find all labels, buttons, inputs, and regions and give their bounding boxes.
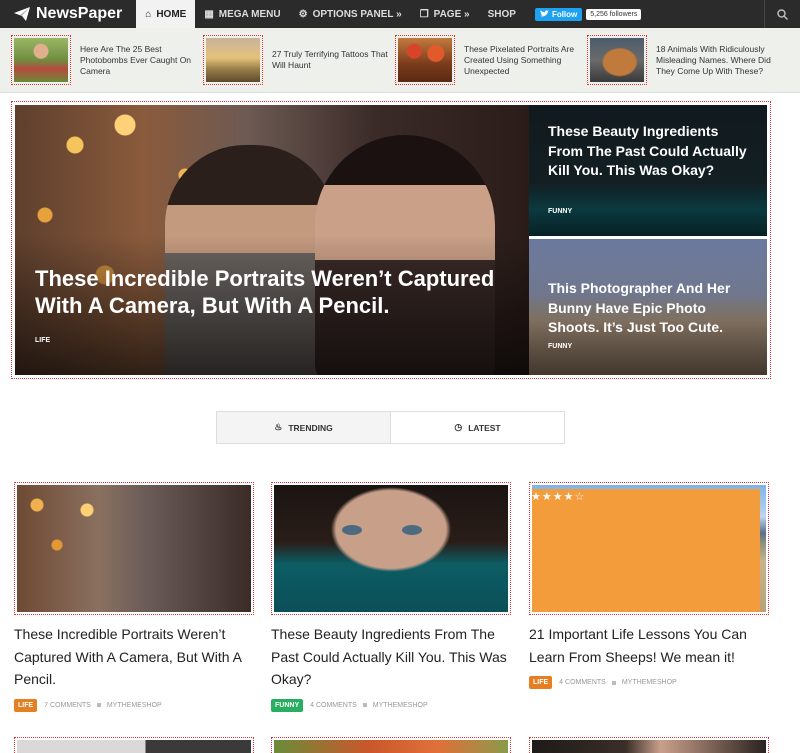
tab-latest[interactable]: ◷ Latest: [391, 412, 564, 443]
post-card-meta: Funny 4 Comments MyThemeShop: [271, 698, 511, 712]
nav-page[interactable]: ❐ Page »: [411, 0, 479, 28]
meta-separator: [96, 703, 101, 707]
post-card-image[interactable]: ★★★★☆: [529, 482, 769, 615]
hero-side-post[interactable]: This Photographer And Her Bunny Have Epi…: [529, 239, 767, 375]
hero-side-title[interactable]: This Photographer And Her Bunny Have Epi…: [548, 279, 753, 338]
post-card-title[interactable]: These Beauty Ingredients From The Past C…: [271, 623, 511, 691]
flame-icon: ♨: [274, 422, 283, 432]
next-card-image-fill: [274, 740, 508, 753]
grid-icon: ▦: [204, 8, 214, 20]
comment-count[interactable]: 4 Comments: [559, 679, 606, 686]
twitter-bird-icon: [539, 10, 549, 17]
next-card-image-fill: [17, 740, 251, 753]
ticker-thumbnail[interactable]: [11, 35, 71, 85]
site-name: NewsPaper: [36, 5, 123, 22]
post-card-image[interactable]: [271, 482, 511, 615]
meta-separator: [611, 680, 616, 685]
next-card-image[interactable]: [271, 737, 511, 753]
next-card-image[interactable]: [529, 737, 769, 753]
category-badge[interactable]: Funny: [271, 698, 304, 712]
hero-side-category[interactable]: Funny: [548, 208, 572, 215]
tab-trending-label: Trending: [288, 422, 333, 433]
comment-count[interactable]: 4 Comments: [310, 702, 357, 709]
nav-home[interactable]: ⌂ Home: [136, 0, 196, 28]
nav-shop[interactable]: Shop: [479, 0, 525, 28]
ticker-item[interactable]: 27 Truly Terrifying Tattoos That Will Ha…: [203, 35, 392, 85]
nav-page-label: Page »: [433, 8, 470, 20]
tab-trending[interactable]: ♨ Trending: [217, 412, 391, 443]
paper-plane-icon: [14, 7, 30, 21]
top-navbar: NewsPaper ⌂ Home ▦ Mega Menu ⚙ Options Pane…: [0, 0, 800, 28]
ticker-thumbnail[interactable]: [395, 35, 455, 85]
search-icon: [777, 8, 788, 20]
post-card: These Beauty Ingredients From The Past C…: [271, 482, 511, 712]
ticker-thumbnail[interactable]: [203, 35, 263, 85]
nav-options-panel[interactable]: ⚙ Options Panel »: [290, 0, 411, 28]
nav-home-label: Home: [156, 8, 187, 20]
twitter-follow-button[interactable]: Follow: [534, 7, 583, 21]
hero-main-post[interactable]: These Incredible Portraits Weren’t Captu…: [15, 105, 529, 375]
hero-side-title[interactable]: These Beauty Ingredients From The Past C…: [548, 122, 753, 181]
hero-side-post[interactable]: These Beauty Ingredients From The Past C…: [529, 105, 767, 236]
ticker-title[interactable]: Here Are The 25 Best Photobombs Ever Cau…: [80, 44, 200, 77]
eye-shape: [342, 525, 362, 535]
ticker-item[interactable]: 18 Animals With Ridiculously Misleading …: [587, 35, 776, 85]
meta-separator: [362, 703, 367, 707]
ticker-item[interactable]: These Pixelated Portraits Are Created Us…: [395, 35, 584, 85]
rating-stars: ★★★★☆: [532, 489, 760, 612]
category-badge[interactable]: Life: [529, 676, 553, 689]
post-card-image[interactable]: [14, 482, 254, 615]
search-button[interactable]: [764, 0, 800, 28]
author-name[interactable]: MyThemeShop: [107, 702, 162, 709]
follow-label: Follow: [551, 9, 578, 19]
followers-count: 5,256 followers: [586, 8, 642, 20]
home-icon: ⌂: [145, 8, 152, 20]
twitter-follow: Follow 5,256 followers: [534, 7, 642, 21]
featured-ticker: Here Are The 25 Best Photobombs Ever Cau…: [0, 28, 800, 93]
clock-icon: ◷: [454, 422, 463, 432]
post-card-title[interactable]: These Incredible Portraits Weren’t Captu…: [14, 623, 254, 691]
hero-main-category[interactable]: Life: [35, 337, 50, 344]
post-tabs: ♨ Trending ◷ Latest: [216, 411, 565, 444]
nav-mega-menu-label: Mega Menu: [218, 8, 281, 20]
ticker-item[interactable]: Here Are The 25 Best Photobombs Ever Cau…: [11, 35, 200, 85]
hero-grid: These Incredible Portraits Weren’t Captu…: [11, 101, 771, 379]
main-nav: ⌂ Home ▦ Mega Menu ⚙ Options Panel » ❐ Page …: [136, 0, 525, 28]
ticker-thumbnail[interactable]: [587, 35, 647, 85]
next-card-image-fill: [532, 740, 766, 753]
hero-main-title[interactable]: These Incredible Portraits Weren’t Captu…: [35, 265, 505, 319]
nav-options-panel-label: Options Panel »: [312, 8, 402, 20]
category-badge[interactable]: Life: [14, 698, 38, 712]
ticker-title[interactable]: 27 Truly Terrifying Tattoos That Will Ha…: [272, 49, 392, 71]
nav-shop-label: Shop: [487, 8, 516, 20]
copy-icon: ❐: [419, 8, 429, 20]
site-logo[interactable]: NewsPaper: [0, 0, 136, 28]
post-card: These Incredible Portraits Weren’t Captu…: [14, 482, 254, 712]
comment-count[interactable]: 7 Comments: [44, 702, 91, 709]
post-card: ★★★★☆ 21 Important Life Lessons You Can …: [529, 482, 769, 689]
post-card-meta: Life 4 Comments MyThemeShop: [529, 676, 769, 689]
post-card-meta: Life 7 Comments MyThemeShop: [14, 698, 254, 712]
ticker-title[interactable]: These Pixelated Portraits Are Created Us…: [464, 44, 584, 77]
author-name[interactable]: MyThemeShop: [373, 702, 428, 709]
nav-mega-menu[interactable]: ▦ Mega Menu: [195, 0, 289, 28]
tab-latest-label: Latest: [468, 422, 501, 433]
ticker-title[interactable]: 18 Animals With Ridiculously Misleading …: [656, 44, 776, 77]
hero-side-category[interactable]: Funny: [548, 343, 572, 350]
gear-icon: ⚙: [298, 8, 308, 20]
author-name[interactable]: MyThemeShop: [622, 679, 677, 686]
eye-shape: [402, 525, 422, 535]
next-card-image[interactable]: [14, 737, 254, 753]
post-card-title[interactable]: 21 Important Life Lessons You Can Learn …: [529, 623, 769, 668]
